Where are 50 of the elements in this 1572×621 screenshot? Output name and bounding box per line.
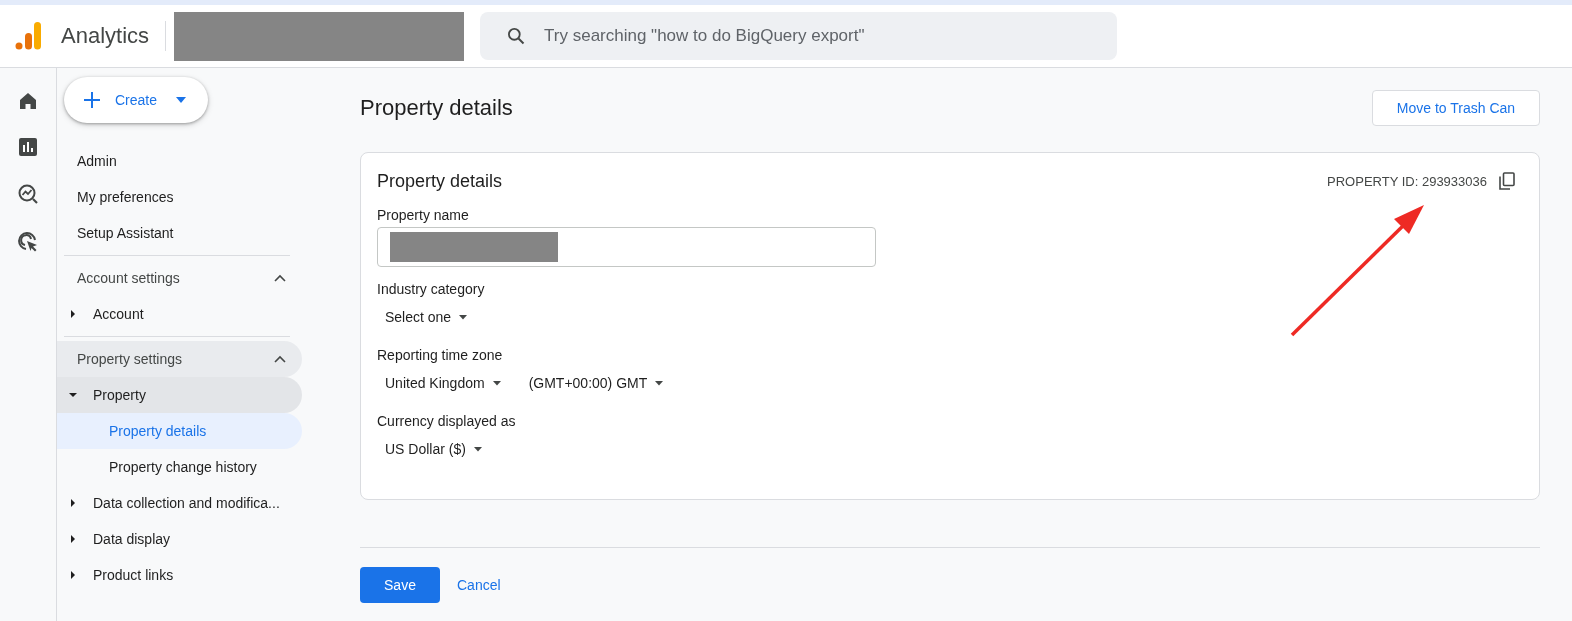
- field-label: Property name: [377, 207, 470, 223]
- save-button[interactable]: Save: [360, 567, 440, 603]
- home-icon[interactable]: [19, 92, 37, 110]
- section-header[interactable]: Account settings: [57, 260, 302, 296]
- page-title: Property details: [360, 95, 513, 121]
- caret-icon: [69, 571, 77, 579]
- create-button[interactable]: Create: [64, 77, 208, 123]
- caret-icon: [69, 310, 77, 318]
- card-title: Property details: [377, 170, 504, 192]
- trend-magnifier-icon[interactable]: [18, 184, 38, 204]
- sidebar-item[interactable]: Property: [57, 377, 302, 413]
- input-field[interactable]: [377, 227, 876, 267]
- caret-icon: [69, 499, 77, 507]
- field-label: Reporting time zone: [377, 347, 504, 363]
- caret-icon: [176, 97, 186, 103]
- sidebar-item[interactable]: Account: [57, 296, 302, 332]
- sidebar-link[interactable]: My preferences: [57, 179, 302, 215]
- sidebar-link[interactable]: Setup Assistant: [57, 215, 302, 251]
- move-to-trash-button[interactable]: Move to Trash Can: [1372, 90, 1540, 126]
- cancel-link[interactable]: Cancel: [457, 577, 501, 593]
- field-label: Industry category: [377, 281, 486, 297]
- sidebar-item[interactable]: Data collection and modifica...: [57, 485, 302, 521]
- dropdown[interactable]: US Dollar ($): [385, 433, 482, 465]
- copy-icon[interactable]: [1499, 172, 1515, 190]
- target-cursor-icon[interactable]: [18, 232, 38, 252]
- caret-icon: [69, 535, 77, 543]
- bar-chart-icon[interactable]: [19, 138, 37, 156]
- caret-icon: [492, 380, 501, 386]
- dropdown[interactable]: (GMT+00:00) GMT: [528, 367, 664, 399]
- sidebar-link[interactable]: Admin: [57, 143, 302, 179]
- sidebar-subitem[interactable]: Property details: [57, 413, 302, 449]
- bar-chart-logo-icon: [15, 21, 41, 51]
- caret-icon: [69, 391, 77, 399]
- dropdown[interactable]: Select one: [385, 301, 468, 333]
- sidebar-subitem[interactable]: Property change history: [57, 449, 302, 485]
- dropdown[interactable]: United Kingdom: [385, 367, 501, 399]
- sidebar-item[interactable]: Product links: [57, 557, 302, 593]
- search-field[interactable]: Try searching "how to do BigQuery export": [480, 12, 1118, 60]
- section-header[interactable]: Property settings: [57, 341, 302, 377]
- caret-icon: [655, 380, 664, 386]
- field-label: Currency displayed as: [377, 413, 517, 429]
- search-icon: [506, 26, 527, 46]
- sidebar-item[interactable]: Data display: [57, 521, 302, 557]
- property-id: PROPERTY ID: 293933036: [1327, 173, 1487, 189]
- product-name: Analytics: [61, 23, 150, 49]
- plus-icon: [83, 91, 101, 109]
- chevron-icon: [274, 355, 286, 363]
- caret-icon: [459, 314, 468, 320]
- chevron-icon: [274, 274, 286, 282]
- caret-icon: [473, 446, 482, 452]
